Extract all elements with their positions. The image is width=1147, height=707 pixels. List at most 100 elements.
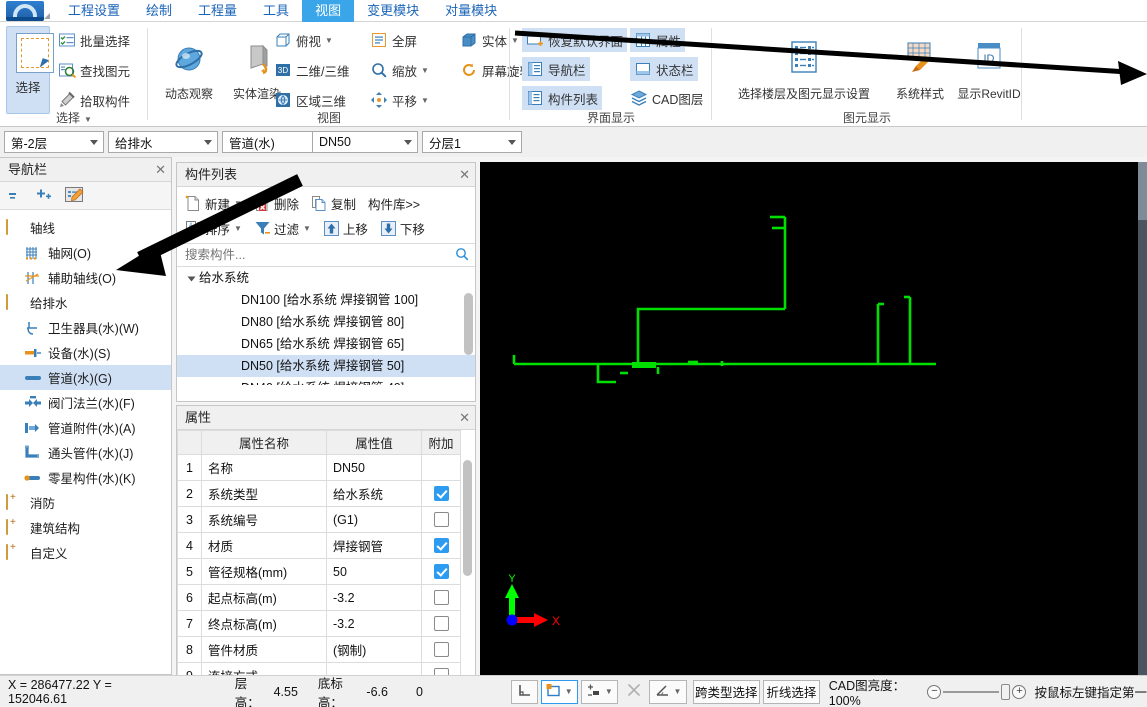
chevron-down-icon[interactable]: ▼: [421, 66, 429, 75]
nav-item-9[interactable]: 通头管件(水)(J): [0, 440, 171, 465]
nav-item-4[interactable]: 卫生器具(水)(W): [0, 315, 171, 340]
ribbon-item-component-list[interactable]: 构件列表: [522, 86, 603, 110]
cad-brightness-slider[interactable]: − +: [927, 683, 1027, 700]
new-component-button[interactable]: 新建 ▼: [181, 192, 246, 215]
floor-select[interactable]: 第-2层: [4, 131, 104, 153]
table-row[interactable]: 2 系统类型 给水系统: [177, 480, 461, 507]
table-row[interactable]: 4 材质 焊接钢管: [177, 532, 461, 559]
ribbon-item-batch-select[interactable]: 批量选择: [58, 28, 130, 52]
nav-item-5[interactable]: 设备(水)(S): [0, 340, 171, 365]
chevron-down-icon[interactable]: [204, 140, 212, 145]
attach-checkbox[interactable]: [433, 590, 449, 606]
attach-checkbox[interactable]: [433, 512, 449, 528]
copy-component-button[interactable]: 复制: [307, 192, 360, 215]
nav-item-10[interactable]: 零星构件(水)(K): [0, 465, 171, 490]
property-attach-cell[interactable]: [421, 636, 461, 663]
component-item-3[interactable]: DN65 [给水系统 焊接钢管 65]: [177, 333, 475, 355]
component-search-box[interactable]: [177, 243, 475, 267]
table-row[interactable]: 8 管件材质 (钢制): [177, 636, 461, 663]
property-attach-cell[interactable]: [421, 532, 461, 559]
property-value[interactable]: -3.2: [326, 584, 422, 611]
chevron-down-icon[interactable]: [508, 140, 516, 145]
ribbon-item-restore-default-ui[interactable]: 恢复默认界面: [522, 28, 628, 52]
close-icon[interactable]: ✕: [459, 406, 470, 430]
property-attach-cell[interactable]: [421, 584, 461, 611]
ribbon-item-zoom[interactable]: 缩放 ▼: [370, 58, 429, 82]
nav-item-6[interactable]: 管道(水)(G): [0, 365, 171, 390]
attach-checkbox[interactable]: [433, 564, 449, 580]
chevron-down-icon[interactable]: [404, 140, 412, 145]
close-icon[interactable]: ✕: [155, 158, 166, 182]
chevron-down-icon[interactable]: ▼: [605, 687, 613, 696]
component-library-button[interactable]: 构件库>>: [364, 192, 424, 215]
property-value[interactable]: (G1): [326, 506, 422, 533]
sort-button[interactable]: A Z 排序 ▼: [181, 217, 246, 240]
table-row[interactable]: 3 系统编号 (G1): [177, 506, 461, 533]
ribbon-tab-0[interactable]: 工程设置: [55, 0, 133, 22]
property-attach-cell[interactable]: [421, 558, 461, 585]
attach-checkbox[interactable]: [433, 486, 449, 502]
chevron-down-icon[interactable]: ▼: [234, 199, 242, 208]
ribbon-tab-3[interactable]: 工具: [250, 0, 302, 22]
discipline-select[interactable]: 给排水: [108, 131, 218, 153]
brightness-increase-button[interactable]: +: [1012, 684, 1027, 699]
angle-button[interactable]: ▼: [649, 679, 687, 704]
nav-item-1[interactable]: 轴网(O): [0, 240, 171, 265]
nav-item-3[interactable]: 给排水: [0, 290, 171, 315]
table-row[interactable]: 6 起点标高(m) -3.2: [177, 584, 461, 611]
component-item-4[interactable]: DN50 [给水系统 焊接钢管 50]: [177, 355, 475, 377]
attach-checkbox[interactable]: [433, 616, 449, 632]
component-item-5[interactable]: DN40 [给水系统 焊接钢管 40]: [177, 377, 475, 385]
expand-all-icon[interactable]: [36, 186, 54, 205]
search-icon[interactable]: [455, 247, 469, 264]
property-attach-cell[interactable]: [421, 610, 461, 637]
chevron-down-icon[interactable]: [90, 140, 98, 145]
nav-item-8[interactable]: 管道附件(水)(A): [0, 415, 171, 440]
ribbon-tab-5[interactable]: 变更模块: [354, 0, 432, 22]
property-value[interactable]: 50: [326, 558, 422, 585]
attach-checkbox[interactable]: [433, 642, 449, 658]
property-attach-cell[interactable]: [421, 506, 461, 533]
cross-button[interactable]: [621, 680, 647, 704]
ribbon-item-floor-element-display[interactable]: 选择楼层及图元显示设置: [724, 40, 884, 102]
nav-item-11[interactable]: 消防: [0, 490, 171, 515]
snap-button[interactable]: ▼: [580, 679, 618, 704]
canvas-scroll-thumb[interactable]: [1138, 162, 1147, 220]
move-down-button[interactable]: 下移: [376, 217, 429, 240]
chevron-down-icon[interactable]: ▼: [674, 687, 682, 696]
property-value[interactable]: DN50: [326, 454, 422, 481]
delete-component-button[interactable]: 删除: [250, 192, 303, 215]
ribbon-item-system-style[interactable]: 系统样式: [888, 40, 952, 102]
ribbon-tab-1[interactable]: 绘制: [133, 0, 185, 22]
table-row[interactable]: 5 管径规格(mm) 50: [177, 558, 461, 585]
layer-select[interactable]: 分层1: [422, 131, 522, 153]
search-input[interactable]: [183, 247, 455, 263]
brightness-decrease-button[interactable]: −: [927, 684, 942, 699]
slider-track[interactable]: [943, 690, 1000, 693]
nav-item-13[interactable]: 自定义: [0, 540, 171, 565]
component-item-0[interactable]: 给水系统: [177, 267, 475, 289]
property-value[interactable]: (钢制): [326, 636, 422, 663]
move-up-button[interactable]: 上移: [319, 217, 372, 240]
component-item-1[interactable]: DN100 [给水系统 焊接钢管 100]: [177, 289, 475, 311]
select-tool-button[interactable]: 选择: [6, 26, 54, 114]
canvas-vertical-scrollbar[interactable]: [1138, 162, 1147, 675]
selection-mode-button[interactable]: ▼: [540, 679, 578, 704]
property-attach-cell[interactable]: [421, 480, 461, 507]
property-value[interactable]: 给水系统: [326, 480, 422, 507]
edit-list-icon[interactable]: [64, 186, 84, 206]
close-icon[interactable]: ✕: [459, 163, 470, 187]
ribbon-tab-2[interactable]: 工程量: [185, 0, 250, 22]
chevron-down-icon[interactable]: ▼: [303, 224, 311, 233]
ribbon-item-find-element[interactable]: 查找图元: [58, 58, 130, 82]
filter-button[interactable]: 过滤 ▼: [250, 217, 315, 240]
ortho-button[interactable]: [510, 679, 538, 704]
nav-item-0[interactable]: 轴线: [0, 215, 171, 240]
polyline-select-button[interactable]: 折线选择: [763, 679, 820, 704]
slider-knob[interactable]: [1001, 683, 1011, 700]
property-attach-cell[interactable]: [421, 662, 461, 676]
component-select[interactable]: DN50: [312, 131, 418, 153]
ribbon-item-top-view[interactable]: 俯视 ▼: [274, 28, 333, 52]
property-value[interactable]: -3.2: [326, 610, 422, 637]
ribbon-item-revit-id[interactable]: ID 显示RevitID: [954, 40, 1024, 102]
